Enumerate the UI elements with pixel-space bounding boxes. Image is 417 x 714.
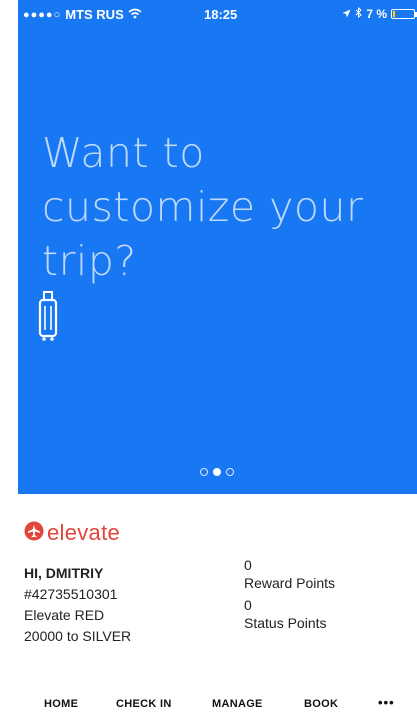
airplane-badge-icon — [24, 521, 44, 546]
location-arrow-icon — [342, 7, 351, 21]
page-dot[interactable] — [200, 468, 208, 476]
tab-manage[interactable]: MANAGE — [212, 698, 263, 710]
points-summary: 0 Reward Points 0 Status Points — [244, 557, 335, 637]
promo-banner[interactable]: ●●●●○ MTS RUS 18:25 7 % Want to customiz… — [18, 0, 417, 494]
member-number: #42735510301 — [24, 586, 118, 602]
page-indicator[interactable] — [200, 468, 234, 476]
bottom-tab-bar: HOME CHECK IN MANAGE BOOK ••• — [0, 694, 417, 714]
more-menu-icon[interactable]: ••• — [378, 695, 395, 710]
elevate-logo: elevate — [24, 520, 120, 546]
signal-strength-icon: ●●●●○ — [23, 8, 62, 21]
reward-points-value: 0 — [244, 557, 252, 573]
battery-percent: 7 % — [366, 7, 387, 21]
bluetooth-icon — [355, 6, 363, 21]
clock: 18:25 — [204, 7, 238, 22]
member-tier: Elevate RED — [24, 607, 105, 623]
tab-home[interactable]: HOME — [44, 698, 78, 710]
battery-icon — [391, 9, 417, 19]
wifi-icon — [128, 7, 142, 22]
headline-line: trip? — [42, 237, 137, 285]
tab-check-in[interactable]: CHECK IN — [116, 698, 172, 710]
promo-headline: Want to customize your trip? — [42, 126, 402, 288]
tier-progress: 20000 to SILVER — [24, 628, 132, 644]
headline-line: customize your — [42, 183, 364, 231]
tab-book[interactable]: BOOK — [304, 698, 338, 710]
page-dot[interactable] — [226, 468, 234, 476]
status-points-value: 0 — [244, 597, 252, 613]
reward-points-label: Reward Points — [244, 575, 336, 591]
status-points-label: Status Points — [244, 615, 327, 631]
brand-name: elevate — [47, 520, 121, 545]
headline-line: Want to — [42, 129, 205, 177]
member-profile: HI, DMITRIY #42735510301 Elevate RED 200… — [24, 563, 131, 647]
status-bar: ●●●●○ MTS RUS 18:25 7 % — [18, 0, 417, 30]
page-dot-active[interactable] — [213, 468, 221, 476]
carrier-name: MTS RUS — [65, 7, 124, 22]
luggage-icon — [38, 290, 58, 347]
greeting: HI, DMITRIY — [24, 565, 104, 581]
